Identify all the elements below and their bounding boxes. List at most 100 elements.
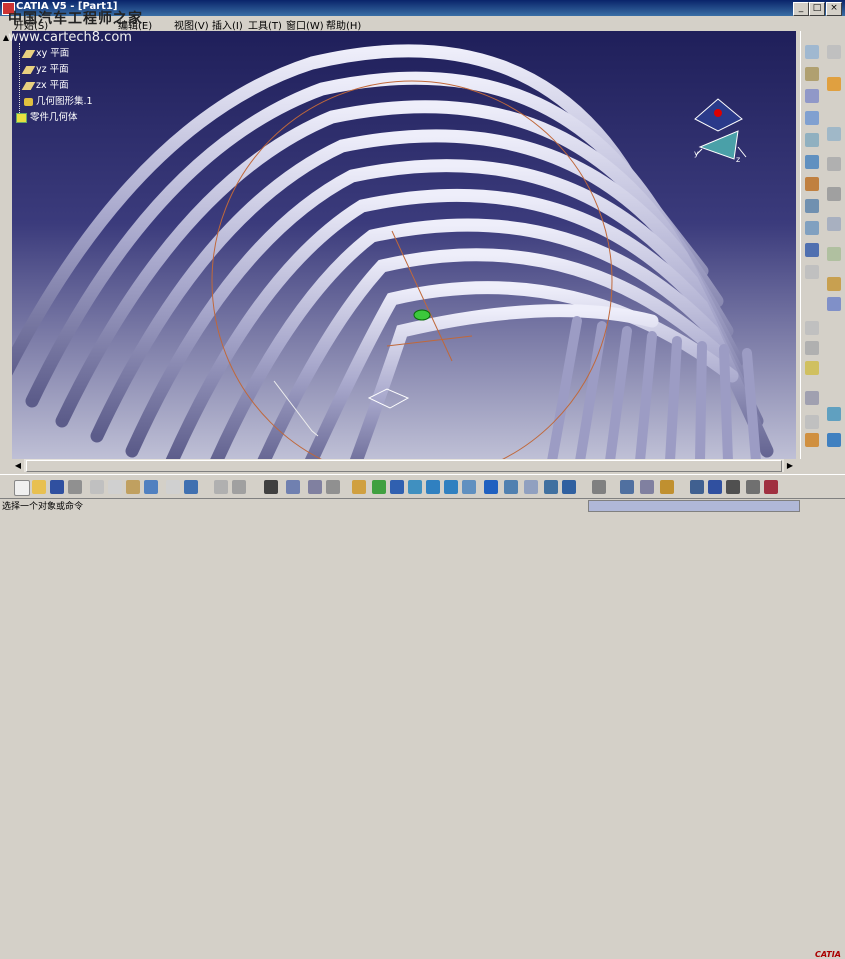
apply-icon[interactable] bbox=[827, 433, 841, 447]
measure-icon[interactable] bbox=[827, 407, 841, 421]
select-arrow-icon[interactable] bbox=[827, 77, 841, 91]
curve-icon[interactable] bbox=[726, 480, 740, 494]
status-bar: 选择一个对象或命令 bbox=[0, 498, 845, 512]
zoom-in-icon[interactable] bbox=[426, 480, 440, 494]
sketch-analysis-icon[interactable] bbox=[660, 480, 674, 494]
tree-item-geometrical-set[interactable]: 几何图形集.1 bbox=[24, 93, 93, 107]
scroll-left-arrow-icon[interactable]: ◀ bbox=[12, 459, 24, 472]
zoom-out-icon[interactable] bbox=[444, 480, 458, 494]
scroll-right-arrow-icon[interactable]: ▶ bbox=[784, 459, 796, 472]
menu-help[interactable]: 帮助(H) bbox=[326, 17, 361, 32]
menu-tools[interactable]: 工具(T) bbox=[248, 17, 282, 32]
rib-icon[interactable] bbox=[805, 111, 819, 125]
tree-item-label: 几何图形集.1 bbox=[36, 96, 93, 107]
publication-icon[interactable] bbox=[326, 480, 340, 494]
catia-logo: CATIA bbox=[815, 950, 841, 959]
pad-icon[interactable] bbox=[805, 45, 819, 59]
tree-item-part-body[interactable]: 零件几何体 bbox=[16, 109, 78, 123]
constraint-icon[interactable] bbox=[827, 217, 841, 231]
save-icon[interactable] bbox=[50, 480, 64, 494]
new-file-icon[interactable] bbox=[14, 480, 30, 496]
left-scrollbar[interactable]: ▲ bbox=[0, 31, 12, 459]
selected-point-icon[interactable] bbox=[413, 309, 431, 321]
formula-icon[interactable] bbox=[214, 480, 228, 494]
plane-create-icon[interactable] bbox=[805, 361, 819, 375]
tree-item-label: zx 平面 bbox=[36, 80, 69, 91]
3d-viewport[interactable]: y z xy 平面 yz 平面 zx 平面 几何图形集.1 零件几何体 bbox=[12, 31, 796, 459]
solid-icon[interactable] bbox=[827, 297, 841, 311]
compass-y-label: y bbox=[694, 149, 699, 158]
tree-item-label: 零件几何体 bbox=[30, 112, 78, 123]
compass-icon[interactable] bbox=[694, 98, 747, 160]
grid-icon[interactable] bbox=[640, 480, 654, 494]
rotate-icon[interactable] bbox=[408, 480, 422, 494]
menu-view[interactable]: 视图(V) bbox=[174, 17, 209, 32]
draft-icon[interactable] bbox=[805, 199, 819, 213]
horizontal-scrollbar[interactable]: ◀ ▶ bbox=[12, 459, 796, 472]
menu-insert[interactable]: 插入(I) bbox=[212, 17, 243, 32]
command-input-field[interactable] bbox=[588, 500, 800, 512]
print-icon[interactable] bbox=[68, 480, 82, 494]
sketch-icon[interactable] bbox=[827, 127, 841, 141]
part-body-icon bbox=[16, 112, 27, 123]
swirl-icon[interactable] bbox=[690, 480, 704, 494]
compass-z-label: z bbox=[736, 155, 741, 164]
tree-item-zx-plane[interactable]: zx 平面 bbox=[21, 77, 69, 91]
snap-icon[interactable] bbox=[620, 480, 634, 494]
profile-icon[interactable] bbox=[827, 157, 841, 171]
normal-view-icon[interactable] bbox=[462, 480, 476, 494]
minimize-button[interactable]: _ bbox=[793, 2, 809, 16]
dot-icon[interactable] bbox=[805, 321, 819, 335]
table-icon[interactable] bbox=[264, 480, 278, 494]
status-message: 选择一个对象或命令 bbox=[2, 502, 84, 512]
axis-system-icon[interactable] bbox=[592, 480, 606, 494]
whats-this-icon[interactable] bbox=[184, 480, 198, 494]
pocket-icon[interactable] bbox=[805, 67, 819, 81]
menu-window[interactable]: 窗口(W) bbox=[286, 17, 324, 32]
shaft-icon[interactable] bbox=[805, 89, 819, 103]
tools-icon[interactable] bbox=[764, 480, 778, 494]
pan-icon[interactable] bbox=[390, 480, 404, 494]
toolbar-handle-icon[interactable] bbox=[827, 45, 841, 59]
surface-icon[interactable] bbox=[827, 277, 841, 291]
point-icon[interactable] bbox=[805, 265, 819, 279]
parameters-icon[interactable] bbox=[746, 480, 760, 494]
knowledge-icon[interactable] bbox=[308, 480, 322, 494]
tree-item-xy-plane[interactable]: xy 平面 bbox=[21, 45, 69, 59]
quick-view-icon[interactable] bbox=[484, 480, 498, 494]
tree-item-yz-plane[interactable]: yz 平面 bbox=[21, 61, 69, 75]
iso-view-icon[interactable] bbox=[504, 480, 518, 494]
chamfer-icon[interactable] bbox=[805, 177, 819, 191]
comment-icon[interactable] bbox=[232, 480, 246, 494]
pattern-icon[interactable] bbox=[805, 243, 819, 257]
material-icon[interactable] bbox=[805, 433, 819, 447]
tree-connector bbox=[19, 43, 21, 115]
shell-icon[interactable] bbox=[805, 221, 819, 235]
hole-icon[interactable] bbox=[805, 133, 819, 147]
fly-mode-icon[interactable] bbox=[352, 480, 366, 494]
cut-icon[interactable] bbox=[90, 480, 104, 494]
plane-icon bbox=[21, 65, 36, 74]
redo-icon[interactable] bbox=[166, 480, 180, 494]
paste-icon[interactable] bbox=[126, 480, 140, 494]
fit-all-icon[interactable] bbox=[372, 480, 386, 494]
axis-icon[interactable] bbox=[827, 247, 841, 261]
fillet-icon[interactable] bbox=[805, 155, 819, 169]
watermark-title: 中国汽车工程师之家 bbox=[8, 11, 143, 27]
update-icon[interactable] bbox=[708, 480, 722, 494]
close-button[interactable]: × bbox=[826, 2, 842, 16]
shading-icon[interactable] bbox=[524, 480, 538, 494]
circle-icon[interactable] bbox=[827, 187, 841, 201]
line-icon[interactable] bbox=[805, 341, 819, 355]
copy-icon[interactable] bbox=[108, 480, 122, 494]
annotation-icon[interactable] bbox=[805, 415, 819, 429]
maximize-button[interactable]: □ bbox=[809, 2, 825, 16]
catalog-icon[interactable] bbox=[286, 480, 300, 494]
swap-space-icon[interactable] bbox=[562, 480, 576, 494]
scroll-thumb[interactable] bbox=[26, 460, 782, 472]
bottom-toolbar: CATIA bbox=[0, 474, 845, 959]
open-folder-icon[interactable] bbox=[32, 480, 46, 494]
hide-show-icon[interactable] bbox=[544, 480, 558, 494]
abc-text-icon[interactable] bbox=[805, 391, 819, 405]
undo-icon[interactable] bbox=[144, 480, 158, 494]
